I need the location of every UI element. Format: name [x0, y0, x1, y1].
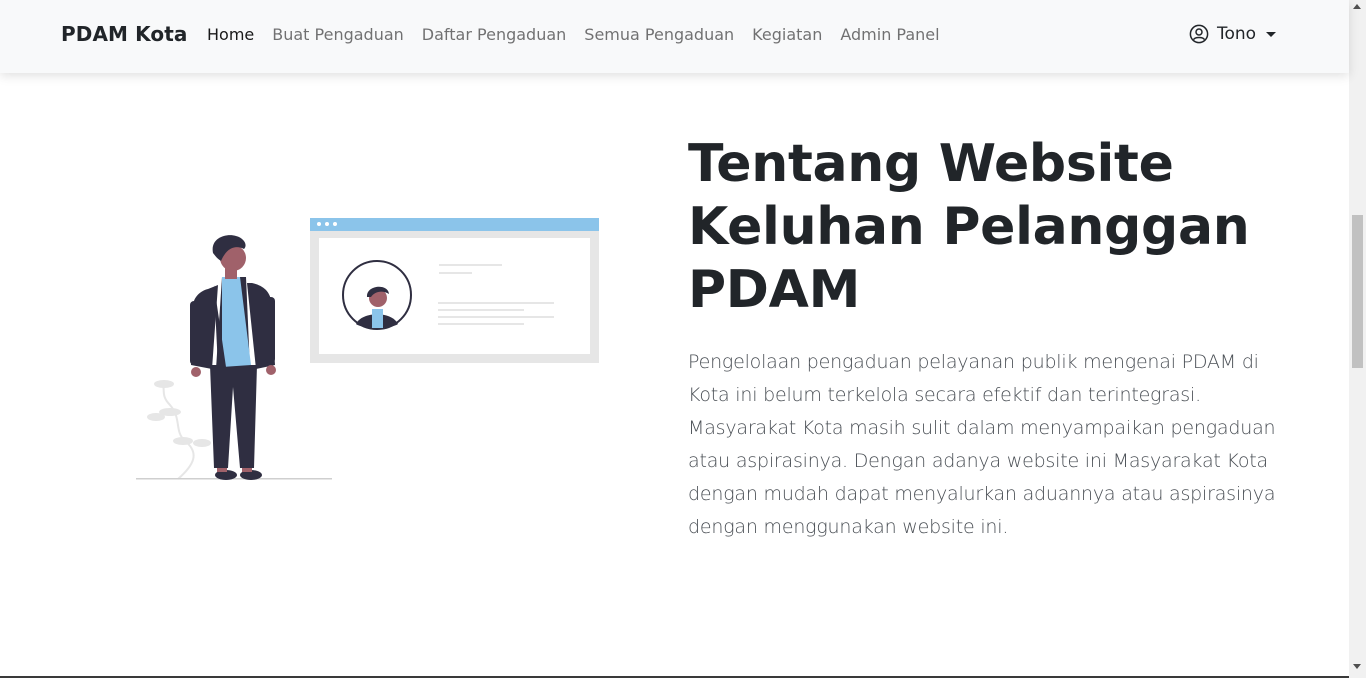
hero-description: Pengelolaan pengaduan pelayanan publik m… — [688, 351, 1276, 538]
scroll-down-arrow-icon[interactable] — [1353, 664, 1361, 669]
nav-link-semua-pengaduan[interactable]: Semua Pengaduan — [584, 25, 734, 44]
nav-links: Home Buat Pengaduan Daftar Pengaduan Sem… — [207, 25, 940, 44]
nav-link-kegiatan[interactable]: Kegiatan — [752, 25, 822, 44]
nav-link-buat-pengaduan[interactable]: Buat Pengaduan — [272, 25, 404, 44]
hero-illustration — [136, 218, 599, 480]
navbar: PDAM Kota Home Buat Pengaduan Daftar Pen… — [0, 0, 1349, 73]
scrollbar-thumb[interactable] — [1352, 215, 1363, 368]
scroll-up-arrow-icon[interactable] — [1353, 4, 1361, 9]
user-dropdown-toggle[interactable]: Tono — [1189, 24, 1277, 44]
user-circle-icon — [1189, 24, 1209, 44]
vertical-scrollbar[interactable] — [1349, 0, 1366, 678]
hero-title: Tentang Website Keluhan Pelanggan PDAM — [688, 134, 1250, 320]
brand-link[interactable]: PDAM Kota — [61, 22, 187, 46]
nav-link-home[interactable]: Home — [207, 25, 254, 44]
plant-graphic — [147, 380, 211, 480]
chevron-down-icon — [1266, 31, 1277, 37]
browser-window-graphic — [310, 218, 599, 363]
user-name: Tono — [1217, 24, 1257, 44]
nav-link-daftar-pengaduan[interactable]: Daftar Pengaduan — [422, 25, 566, 44]
nav-link-admin-panel[interactable]: Admin Panel — [840, 25, 939, 44]
